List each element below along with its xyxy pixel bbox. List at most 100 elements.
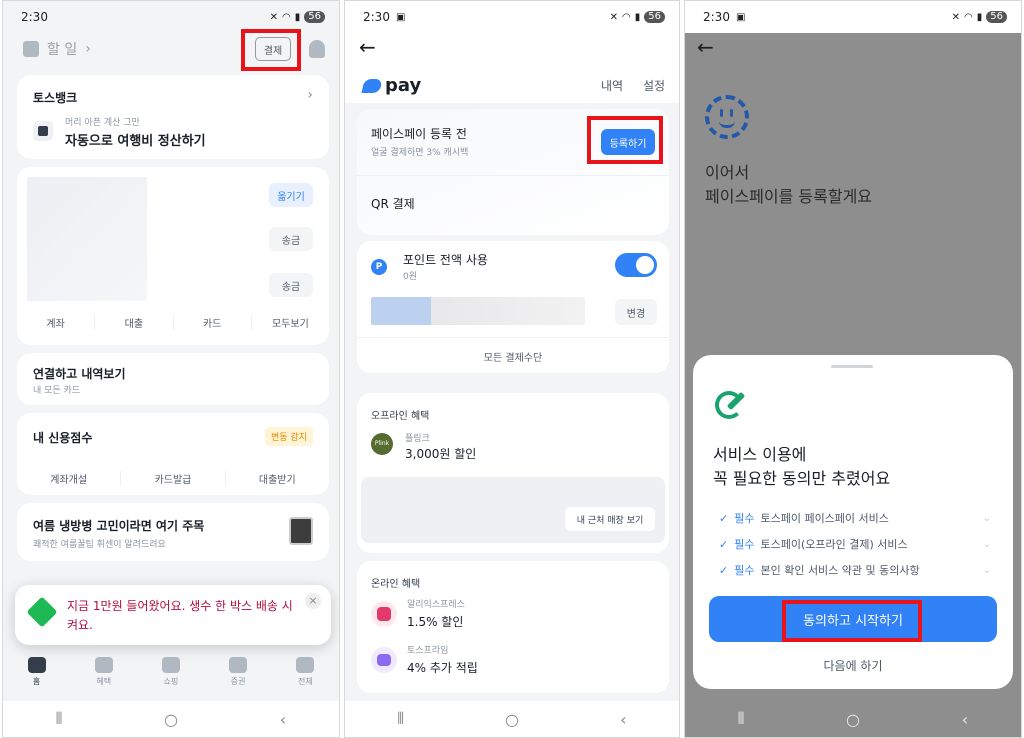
transfer-button-2[interactable]: 송금 bbox=[269, 273, 313, 297]
chevron-down-icon[interactable]: ⌄ bbox=[983, 513, 991, 524]
sheet-handle[interactable] bbox=[831, 365, 873, 368]
connect-card[interactable]: 연결하고 내역보기 내 모든 카드 bbox=[17, 353, 329, 405]
check-icon: ✓ bbox=[719, 511, 729, 525]
toss-prime-icon bbox=[371, 647, 397, 673]
bottom-tab-bar: 홈 혜택 쇼핑 증권 전체 bbox=[3, 657, 339, 697]
check-icon: ✓ bbox=[719, 537, 729, 551]
toss-bank-sub: 머리 아픈 계산 그만 bbox=[65, 118, 140, 128]
offline-benefits-card: 오프라인 혜택 Plink 플링크 3,000원 할인 내 근처 매장 보기 bbox=[357, 393, 669, 553]
move-button[interactable]: 옮기기 bbox=[269, 183, 313, 207]
toss-pay-logo: pay bbox=[361, 75, 422, 96]
tab-open-account[interactable]: 계좌개설 bbox=[17, 471, 122, 486]
blurred-account-list bbox=[27, 177, 147, 301]
faceid-title: 페이스페이 등록 전 bbox=[371, 127, 467, 141]
points-toggle[interactable] bbox=[615, 253, 657, 277]
consent-item-1[interactable]: ✓ 필수 토스페이 페이스페이 서비스 ⌄ bbox=[719, 507, 991, 529]
points-title: 포인트 전액 사용 bbox=[403, 253, 488, 267]
system-nav-bar: ⦀ ○ ‹ bbox=[345, 701, 679, 737]
point-icon: P bbox=[371, 259, 387, 275]
mute-icon: ✕ bbox=[269, 11, 279, 23]
tab-account[interactable]: 계좌 bbox=[17, 315, 96, 330]
status-icons: ✕ ◠ ▮ 56 bbox=[270, 11, 325, 23]
todo-chip[interactable]: 할 일 › bbox=[23, 39, 91, 59]
face-icon bbox=[705, 95, 749, 139]
toss-prime-brand: 토스프라임 bbox=[407, 646, 449, 656]
bell-icon[interactable] bbox=[309, 40, 325, 58]
offline-section-title: 오프라인 혜택 bbox=[371, 411, 430, 422]
mute-icon: ✕ bbox=[609, 11, 619, 23]
connect-sub: 내 모든 카드 bbox=[33, 386, 81, 396]
signal-icon: ▮ bbox=[294, 11, 301, 23]
tab-stocks[interactable]: 증권 bbox=[229, 657, 248, 697]
tab-view-all[interactable]: 모두보기 bbox=[252, 315, 329, 330]
home-circle-icon[interactable]: ○ bbox=[482, 710, 542, 729]
toss-bank-card[interactable]: 토스뱅크 › 머리 아픈 계산 그만 자동으로 여행비 정산하기 bbox=[17, 75, 329, 159]
blurred-card-selector[interactable] bbox=[371, 297, 585, 325]
toss-prime-offer: 4% 추가 적립 bbox=[407, 661, 478, 675]
aliexpress-icon bbox=[371, 601, 397, 627]
nearby-stores-button[interactable]: 내 근처 매장 보기 bbox=[565, 507, 655, 531]
credit-score-card: 내 신용점수 변동 감지 계좌개설 카드발급 대출받기 bbox=[17, 413, 329, 495]
tab-all[interactable]: 전체 bbox=[296, 657, 315, 697]
sheet-title-line2: 꼭 필요한 동의만 추렸어요 bbox=[713, 469, 891, 488]
todo-label: 할 일 bbox=[47, 42, 78, 58]
later-button[interactable]: 다음에 하기 bbox=[693, 657, 1013, 674]
tab-card[interactable]: 카드 bbox=[174, 315, 252, 330]
screenshot-icon: ▣ bbox=[735, 11, 746, 23]
home-icon bbox=[27, 657, 46, 673]
qr-pay-title[interactable]: QR 결제 bbox=[371, 195, 415, 212]
tab-loan[interactable]: 대출 bbox=[95, 315, 174, 330]
aircon-image bbox=[289, 517, 313, 545]
credit-title: 내 신용점수 bbox=[33, 431, 93, 445]
tab-benefits[interactable]: 혜택 bbox=[94, 657, 113, 697]
recent-apps-icon[interactable]: ⦀ bbox=[29, 709, 89, 729]
screenshot-icon: ▣ bbox=[395, 11, 406, 23]
cube-icon bbox=[26, 596, 58, 628]
money-toast[interactable]: 지금 1만원 들어왔어요. 생수 한 박스 배송 시켜요. × bbox=[15, 585, 331, 645]
credit-tabs: 계좌개설 카드발급 대출받기 bbox=[17, 471, 329, 486]
online-benefits-card: 온라인 혜택 알리익스프레스 1.5% 할인 토스프라임 4% 추가 적립 bbox=[357, 561, 669, 693]
divider bbox=[357, 175, 669, 176]
highlight-agree-button bbox=[782, 600, 922, 642]
online-section-title: 온라인 혜택 bbox=[371, 579, 421, 590]
chevron-down-icon[interactable]: ⌄ bbox=[983, 565, 991, 576]
chevron-down-icon[interactable]: ⌄ bbox=[983, 539, 991, 550]
settings-link[interactable]: 설정 bbox=[643, 77, 665, 94]
signal-icon: ▮ bbox=[976, 11, 983, 23]
tab-get-loan[interactable]: 대출받기 bbox=[226, 471, 329, 486]
history-link[interactable]: 내역 bbox=[601, 77, 623, 94]
toss-bank-main: 자동으로 여행비 정산하기 bbox=[65, 134, 206, 149]
back-arrow-icon[interactable]: ← bbox=[359, 35, 376, 59]
transfer-button-1[interactable]: 송금 bbox=[269, 227, 313, 251]
consent-item-2[interactable]: ✓ 필수 토스페이(오프라인 결제) 서비스 ⌄ bbox=[719, 533, 991, 555]
close-icon[interactable]: × bbox=[305, 593, 321, 609]
accounts-card: 옮기기 송금 송금 계좌 대출 카드 모두보기 bbox=[17, 167, 329, 345]
home-circle-icon[interactable]: ○ bbox=[823, 710, 883, 729]
page-title-line2: 페이스페이를 등록할게요 bbox=[705, 187, 873, 206]
tab-issue-card[interactable]: 카드발급 bbox=[121, 471, 226, 486]
accounts-tabs: 계좌 대출 카드 모두보기 bbox=[17, 315, 329, 330]
tab-home[interactable]: 홈 bbox=[27, 657, 46, 697]
change-button[interactable]: 변경 bbox=[615, 299, 657, 325]
status-icons: ✕ ◠ ▮ 56 bbox=[610, 11, 665, 23]
system-nav-bar: ⦀ ○ ‹ bbox=[3, 701, 339, 737]
all-methods-link[interactable]: 모든 결제수단 bbox=[357, 349, 669, 364]
battery-indicator: 56 bbox=[644, 11, 665, 23]
back-chevron-icon[interactable]: ‹ bbox=[593, 710, 653, 729]
status-time: 2:30 bbox=[363, 10, 390, 24]
consent-item-3[interactable]: ✓ 필수 본인 확인 서비스 약관 및 동의사항 ⌄ bbox=[719, 559, 991, 581]
pay-logo-text: pay bbox=[385, 75, 422, 96]
plink-icon: Plink bbox=[371, 433, 393, 455]
screenshot-root: 2:30 ✕ ◠ ▮ 56 할 일 › 결제 토스뱅크 › 머리 아픈 계산 그… bbox=[0, 0, 1024, 738]
tab-shopping[interactable]: 쇼핑 bbox=[161, 657, 180, 697]
recent-apps-icon[interactable]: ⦀ bbox=[711, 709, 771, 729]
toast-text: 지금 1만원 들어왔어요. 생수 한 박스 배송 시켜요. bbox=[67, 599, 293, 632]
back-arrow-icon[interactable]: ← bbox=[697, 35, 714, 59]
recent-apps-icon[interactable]: ⦀ bbox=[371, 709, 431, 729]
back-chevron-icon[interactable]: ‹ bbox=[935, 710, 995, 729]
home-circle-icon[interactable]: ○ bbox=[141, 710, 201, 729]
sheet-title-line1: 서비스 이용에 bbox=[713, 445, 807, 464]
summer-promo-card[interactable]: 여름 냉방병 고민이라면 여기 주목 쾌적한 여름꿀팁 휘센이 알려드려요 bbox=[17, 503, 329, 561]
back-chevron-icon[interactable]: ‹ bbox=[253, 710, 313, 729]
status-time: 2:30 bbox=[703, 10, 730, 24]
